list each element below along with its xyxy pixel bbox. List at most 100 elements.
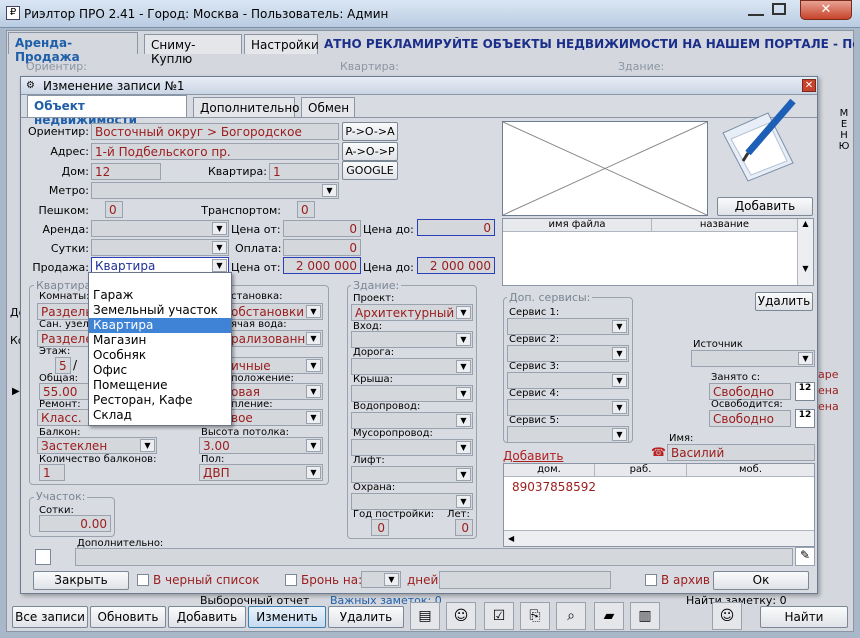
metro-select[interactable]: ▼ bbox=[91, 182, 339, 199]
calendar-icon[interactable]: 12 bbox=[795, 382, 815, 401]
dopolnitelno-field[interactable] bbox=[75, 548, 793, 566]
servis1-select[interactable]: ▼ bbox=[507, 318, 629, 335]
checklist-icon[interactable]: ☑ bbox=[484, 602, 514, 630]
chevron-down-icon[interactable]: ▼ bbox=[798, 352, 813, 365]
chevron-down-icon[interactable]: ▼ bbox=[306, 305, 321, 318]
user-icon[interactable]: ☺ bbox=[712, 602, 742, 630]
chevron-down-icon[interactable]: ▼ bbox=[306, 411, 321, 424]
col-filename[interactable]: имя файла bbox=[503, 219, 651, 232]
adres-field[interactable]: 1-й Подбельского пр. bbox=[91, 143, 339, 160]
side-menu-button[interactable]: М Е Н Ю bbox=[838, 108, 850, 152]
chevron-down-icon[interactable]: ▼ bbox=[322, 184, 337, 197]
chart-icon[interactable]: ▥ bbox=[630, 602, 660, 630]
chevron-down-icon[interactable]: ▼ bbox=[456, 333, 471, 346]
god-field[interactable]: 0 bbox=[371, 519, 389, 536]
search-document-icon[interactable]: ⌕ bbox=[556, 602, 586, 630]
servis3-select[interactable]: ▼ bbox=[507, 372, 629, 389]
proekt-select[interactable]: Архитектурный ▼ bbox=[351, 304, 473, 321]
prodazha-cena-do-field[interactable]: 2 000 000 bbox=[417, 257, 495, 274]
window-close-button[interactable]: ✕ bbox=[800, 0, 852, 20]
chevron-down-icon[interactable]: ▼ bbox=[456, 387, 471, 400]
obshaya-field[interactable]: 55.00 bbox=[39, 383, 89, 400]
col-rab[interactable]: раб. bbox=[594, 464, 686, 477]
vhod-select[interactable]: ▼ bbox=[351, 331, 473, 348]
add-phone-link[interactable]: Добавить bbox=[503, 449, 563, 463]
calendar-icon[interactable]: 12 bbox=[795, 409, 815, 428]
phones-table[interactable]: дом. раб. моб. 89037858592 ◀ bbox=[503, 463, 815, 547]
chevron-down-icon[interactable]: ▼ bbox=[456, 468, 471, 481]
krysha-select[interactable]: ▼ bbox=[351, 385, 473, 402]
dropdown-option[interactable]: Ресторан, Кафе bbox=[89, 393, 231, 408]
prodazha-cena-ot-field[interactable]: 2 000 000 bbox=[283, 257, 361, 274]
find-button[interactable]: Найти bbox=[760, 606, 848, 628]
chevron-down-icon[interactable]: ▼ bbox=[212, 241, 227, 254]
add-button[interactable]: Добавить bbox=[168, 606, 246, 628]
all-records-button[interactable]: Все записи bbox=[12, 606, 88, 628]
servis2-select[interactable]: ▼ bbox=[507, 345, 629, 362]
chevron-down-icon[interactable]: ▼ bbox=[456, 414, 471, 427]
servis5-select[interactable]: ▼ bbox=[507, 426, 629, 443]
blacklist-checkbox[interactable] bbox=[137, 574, 149, 586]
vodoprovod-select[interactable]: ▼ bbox=[351, 412, 473, 429]
transport-field[interactable]: 0 bbox=[297, 201, 315, 218]
kvartira-field[interactable]: 1 bbox=[269, 163, 339, 180]
dropdown-option[interactable]: Офис bbox=[89, 363, 231, 378]
scrollbar[interactable]: ▲ ▼ bbox=[797, 219, 813, 285]
chevron-down-icon[interactable]: ▼ bbox=[306, 332, 321, 345]
agent-icon[interactable]: ☺ bbox=[446, 602, 476, 630]
chevron-down-icon[interactable]: ▼ bbox=[612, 347, 627, 360]
add-photo-button[interactable]: Добавить фото bbox=[717, 197, 813, 230]
chevron-down-icon[interactable]: ▼ bbox=[306, 439, 321, 452]
dropdown-option[interactable]: Гараж bbox=[89, 288, 231, 303]
kol-balkon-field[interactable]: 1 bbox=[39, 464, 65, 481]
chevron-down-icon[interactable]: ▼ bbox=[384, 573, 399, 586]
tab-dopolnitelno[interactable]: Дополнительно bbox=[193, 97, 300, 117]
osvob-field[interactable]: Свободно bbox=[709, 410, 791, 427]
chevron-down-icon[interactable]: ▼ bbox=[456, 306, 471, 319]
chevron-down-icon[interactable]: ▼ bbox=[306, 466, 321, 479]
maximize-icon[interactable] bbox=[772, 3, 786, 15]
dropdown-option[interactable]: Особняк bbox=[89, 348, 231, 363]
chevron-down-icon[interactable]: ▼ bbox=[212, 259, 227, 272]
col-dom[interactable]: дом. bbox=[504, 464, 594, 477]
tab-snimu-kuplyu[interactable]: Сниму-Куплю bbox=[144, 34, 242, 66]
dropdown-option[interactable]: Склад bbox=[89, 408, 231, 423]
imya-field[interactable]: Василий bbox=[667, 444, 815, 461]
dropdown-option[interactable] bbox=[89, 273, 231, 288]
oplata-field[interactable]: 0 bbox=[283, 239, 361, 256]
peshkom-field[interactable]: 0 bbox=[105, 201, 123, 218]
phone-cell[interactable]: 89037858592 bbox=[512, 480, 596, 494]
balkon-select[interactable]: Застеклен ▼ bbox=[37, 437, 157, 454]
doroga-select[interactable]: ▼ bbox=[351, 358, 473, 375]
tab-obmen[interactable]: Обмен bbox=[301, 97, 355, 117]
lift-select[interactable]: ▼ bbox=[351, 466, 473, 483]
aop-button[interactable]: A->O->P bbox=[342, 142, 398, 161]
photo-file-table[interactable]: имя файла название ▲ ▼ bbox=[502, 218, 814, 286]
sutki-select[interactable]: ▼ bbox=[91, 239, 229, 256]
let-field[interactable]: 0 bbox=[455, 519, 473, 536]
potolok-select[interactable]: 3.00 ▼ bbox=[199, 437, 323, 454]
minimize-icon[interactable] bbox=[748, 4, 764, 16]
report-icon[interactable]: ▤ bbox=[410, 602, 440, 630]
google-button[interactable]: GOOGLE bbox=[342, 161, 398, 180]
h-scrollbar[interactable]: ◀ bbox=[504, 530, 814, 546]
zanyato-field[interactable]: Свободно bbox=[709, 383, 791, 400]
delete-button[interactable]: Удалить bbox=[328, 606, 404, 628]
tab-arenda-prodazha[interactable]: Аренда-Продажа bbox=[8, 32, 138, 64]
dropdown-option[interactable]: Помещение bbox=[89, 378, 231, 393]
istochnik-select[interactable]: ▼ bbox=[691, 350, 815, 367]
poa-button[interactable]: P->O->A bbox=[342, 122, 398, 141]
chevron-down-icon[interactable]: ▼ bbox=[612, 320, 627, 333]
dop-checkbox[interactable] bbox=[35, 549, 51, 565]
chevron-down-icon[interactable]: ▼ bbox=[212, 222, 227, 235]
tab-nastroyki[interactable]: Настройки bbox=[244, 34, 319, 54]
chevron-down-icon[interactable]: ▼ bbox=[612, 401, 627, 414]
dropdown-option[interactable]: Магазин bbox=[89, 333, 231, 348]
pol-select[interactable]: ДВП ▼ bbox=[199, 464, 323, 481]
bron-checkbox[interactable] bbox=[285, 574, 297, 586]
arenda-cena-do-field[interactable]: 0 bbox=[417, 219, 495, 236]
refresh-button[interactable]: Обновить bbox=[90, 606, 166, 628]
clipboard-icon[interactable]: ⎘ bbox=[520, 602, 550, 630]
pencil-icon[interactable]: ✎ bbox=[795, 547, 815, 566]
arenda-select[interactable]: ▼ bbox=[91, 220, 229, 237]
